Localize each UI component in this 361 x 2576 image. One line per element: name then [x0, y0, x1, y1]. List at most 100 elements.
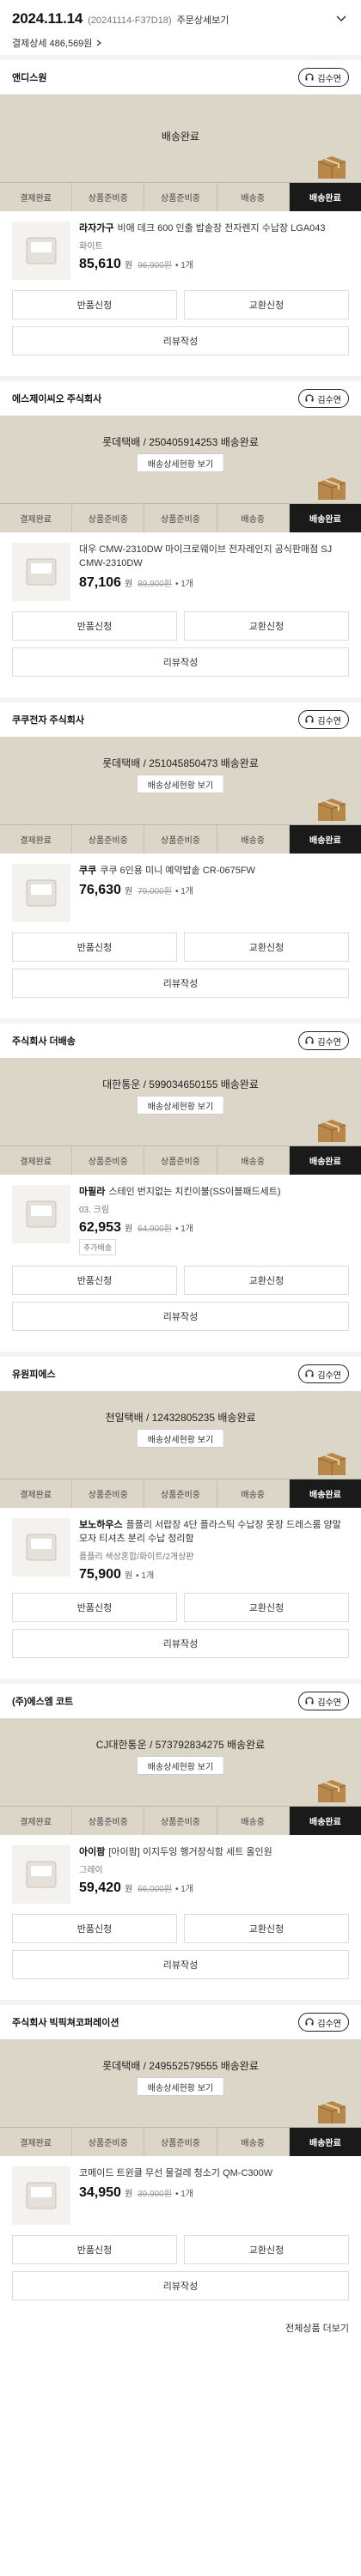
product-thumbnail[interactable] [12, 222, 70, 280]
product-item[interactable]: 아이팜 [아이팜] 이지두잉 행거장식함 세트 올인원 그레이 59,420 원 … [0, 1835, 361, 1904]
product-thumbnail[interactable] [12, 2166, 70, 2225]
product-quantity: • 1개 [174, 887, 193, 896]
headset-icon [305, 1036, 314, 1044]
track-delivery-button[interactable]: 배송상세현황 보기 [136, 453, 225, 472]
step-preparing-2: 상품준비중 [144, 1479, 217, 1508]
order-header: 2024.11.14 (20241114-F37D18) 주문상세보기 결제상세… [0, 0, 361, 55]
product-thumbnail[interactable] [12, 864, 70, 922]
write-review-button[interactable]: 리뷰작성 [12, 1629, 349, 1658]
contact-seller-button[interactable]: 김수연 [298, 2013, 349, 2032]
track-delivery-button[interactable]: 배송상세현황 보기 [136, 1429, 225, 1448]
product-name[interactable]: 쿠쿠 쿠쿠 6인용 미니 예약밥솥 CR-0675FW [79, 864, 349, 878]
product-thumbnail[interactable] [12, 1185, 70, 1243]
contact-seller-button[interactable]: 김수연 [298, 1692, 349, 1710]
product-item[interactable]: 코메이드 트윈클 무선 물걸레 청소기 QM-C300W 34,950 원 39… [0, 2156, 361, 2225]
contact-seller-button[interactable]: 김수연 [298, 1364, 349, 1383]
step-preparing: 상품준비중 [72, 2128, 145, 2156]
write-review-button[interactable]: 리뷰작성 [12, 969, 349, 998]
return-button[interactable]: 반품신청 [12, 1914, 177, 1943]
return-label: 반품신청 [76, 301, 113, 311]
step-preparing-2: 상품준비중 [144, 825, 217, 854]
exchange-button[interactable]: 교환신청 [184, 611, 349, 641]
product-item[interactable]: 마필라 스테인 번지없는 치킨이불(SS이블패드세트) 03. 크림 62,953… [0, 1175, 361, 1255]
contact-seller-button[interactable]: 김수연 [298, 1031, 349, 1050]
return-button[interactable]: 반품신청 [12, 611, 177, 641]
seller-header: 쿠쿠전자 주식회사 김수연 [0, 702, 361, 737]
step-preparing-2: 상품준비중 [144, 1146, 217, 1175]
return-button[interactable]: 반품신청 [12, 290, 177, 319]
exchange-button[interactable]: 교환신청 [184, 2235, 349, 2264]
chevron-right-icon [97, 39, 102, 46]
product-name[interactable]: 아이팜 [아이팜] 이지두잉 행거장식함 세트 올인원 [79, 1845, 349, 1859]
product-name[interactable]: 보노하우스 플플리 서랍장 4단 플라스틱 수납장 옷장 드레스룸 양말 모자 티… [79, 1518, 349, 1546]
contact-seller-label: 김수연 [317, 1037, 341, 1048]
step-shipping: 배송중 [217, 1146, 290, 1175]
product-price: 62,953 [79, 1220, 121, 1235]
product-name[interactable]: 마필라 스테인 번지없는 치킨이불(SS이블패드세트) [79, 1185, 349, 1199]
product-image-icon [26, 558, 57, 586]
order-actions: 반품신청 교환신청 리뷰작성 [0, 601, 361, 697]
product-name[interactable]: 대우 CMW-2310DW 마이크로웨이브 전자레인지 공식판매점 SJ CMW… [79, 543, 349, 570]
exchange-button[interactable]: 교환신청 [184, 290, 349, 319]
delivery-status-panel: 천일택배 / 12432805235 배송완료 배송상세현황 보기 결제완료 상… [0, 1391, 361, 1508]
price-row: 87,106 원 89,900원 • 1개 [79, 575, 349, 591]
write-review-button[interactable]: 리뷰작성 [12, 2271, 349, 2300]
return-label: 반품신청 [76, 622, 113, 632]
product-item[interactable]: 라자가구 비애 데크 600 인출 밥솥장 전자렌지 수납장 LGA043 화이트… [0, 211, 361, 280]
product-thumbnail[interactable] [12, 543, 70, 601]
order-number: (20241114-F37D18) [88, 15, 172, 26]
product-title: 쿠쿠 6인용 미니 예약밥솥 CR-0675FW [100, 866, 255, 876]
seller-name: 앤디스원 [12, 73, 47, 83]
product-item[interactable]: 쿠쿠 쿠쿠 6인용 미니 예약밥솥 CR-0675FW 76,630 원 79,0… [0, 854, 361, 922]
product-price: 76,630 [79, 883, 121, 897]
product-name[interactable]: 라자가구 비애 데크 600 인출 밥솥장 전자렌지 수납장 LGA043 [79, 222, 349, 235]
delivery-status-panel: 배송완료 결제완료 상품준비중 상품준비중 배송중 배송완료 [0, 94, 361, 211]
progress-steps: 결제완료 상품준비중 상품준비중 배송중 배송완료 [0, 1806, 361, 1835]
more-products-link[interactable]: 전체상품 더보기 [0, 2321, 361, 2335]
headset-icon [305, 394, 314, 402]
write-review-button[interactable]: 리뷰작성 [12, 326, 349, 355]
write-review-label: 리뷰작성 [162, 979, 199, 989]
contact-seller-button[interactable]: 김수연 [298, 389, 349, 408]
delivery-status-panel: 롯데택배 / 251045850473 배송완료 배송상세현황 보기 결제완료 … [0, 737, 361, 854]
contact-seller-button[interactable]: 김수연 [298, 710, 349, 729]
return-button[interactable]: 반품신청 [12, 2235, 177, 2264]
delivery-box-icon [317, 1120, 346, 1142]
exchange-button[interactable]: 교환신청 [184, 1914, 349, 1943]
return-button[interactable]: 반품신청 [12, 1593, 177, 1622]
product-price: 75,900 [79, 1567, 121, 1582]
product-item[interactable]: 대우 CMW-2310DW 마이크로웨이브 전자레인지 공식판매점 SJ CMW… [0, 532, 361, 601]
write-review-label: 리뷰작성 [162, 337, 199, 347]
delivery-status-text: 천일택배 / 12432805235 배송완료 [105, 1412, 256, 1424]
product-brand: 라자가구 [79, 223, 114, 234]
track-delivery-button[interactable]: 배송상세현황 보기 [136, 1756, 225, 1775]
product-option: 그레이 [79, 1866, 103, 1875]
track-delivery-button[interactable]: 배송상세현황 보기 [136, 775, 225, 793]
write-review-button[interactable]: 리뷰작성 [12, 647, 349, 677]
more-products-label: 전체상품 더보기 [285, 2324, 349, 2334]
product-thumbnail[interactable] [12, 1845, 70, 1904]
return-button[interactable]: 반품신청 [12, 1266, 177, 1295]
product-image-icon [26, 237, 57, 264]
track-delivery-button[interactable]: 배송상세현황 보기 [136, 2077, 225, 2096]
product-quantity: • 1개 [136, 1571, 155, 1581]
product-item[interactable]: 보노하우스 플플리 서랍장 4단 플라스틱 수납장 옷장 드레스룸 양말 모자 티… [0, 1508, 361, 1583]
write-review-button[interactable]: 리뷰작성 [12, 1950, 349, 1979]
product-thumbnail[interactable] [12, 1518, 70, 1577]
step-preparing-2: 상품준비중 [144, 1807, 217, 1835]
exchange-button[interactable]: 교환신청 [184, 1266, 349, 1295]
delivery-status-text: 롯데택배 / 249552579555 배송완료 [102, 2060, 259, 2072]
order-detail-link[interactable]: 주문상세보기 [177, 13, 229, 27]
step-shipping: 배송중 [217, 2128, 290, 2156]
write-review-button[interactable]: 리뷰작성 [12, 1302, 349, 1331]
track-delivery-button[interactable]: 배송상세현황 보기 [136, 1096, 225, 1115]
contact-seller-button[interactable]: 김수연 [298, 68, 349, 87]
exchange-button[interactable]: 교환신청 [184, 1593, 349, 1622]
step-shipping: 배송중 [217, 504, 290, 532]
chevron-down-icon[interactable] [335, 12, 347, 24]
product-name[interactable]: 코메이드 트윈클 무선 물걸레 청소기 QM-C300W [79, 2166, 349, 2180]
exchange-button[interactable]: 교환신청 [184, 933, 349, 962]
payment-detail-link[interactable]: 결제상세 486,569원 [12, 36, 349, 50]
return-button[interactable]: 반품신청 [12, 933, 177, 962]
product-option: 플플리 색상혼합/화이트/2개상판 [79, 1552, 194, 1562]
